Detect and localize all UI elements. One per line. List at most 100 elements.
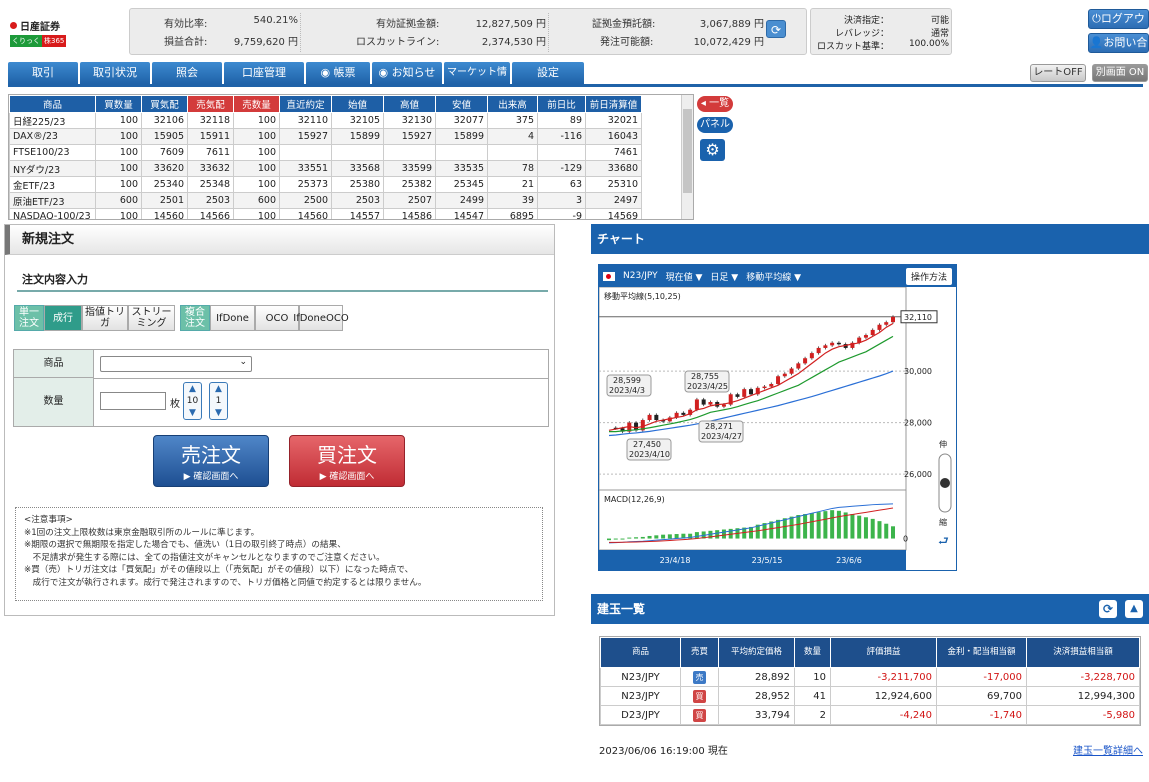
logout-button[interactable]: ⏻ログアウト [1088, 9, 1149, 43]
col-header: 評価損益 [830, 637, 937, 668]
quantity-input[interactable] [100, 392, 166, 410]
streaming-tab[interactable]: ストリーミング [128, 305, 175, 331]
limit-trigger-tab[interactable]: 指値トリガ [82, 305, 128, 331]
ifdone-tab[interactable]: IfDone [210, 305, 255, 331]
tab-settings[interactable]: 設定 [512, 62, 584, 84]
market-cell [279, 144, 332, 161]
col-header: 平均約定価格 [718, 637, 795, 668]
market-cell: 25310 [585, 176, 642, 193]
market-cell: 2507 [383, 192, 436, 209]
y-tick-label: 26,000 [904, 470, 932, 479]
list-view-button[interactable]: ◂ 一覧 [697, 96, 733, 112]
setting-value: 100.00% [908, 39, 949, 49]
position-eval: -4,240 [830, 705, 937, 725]
summary-label: 有効証拠金額: [376, 19, 440, 30]
market-row[interactable]: FTSE100/23 100 7609 7611 100 7461 [9, 144, 642, 161]
quantity-stepper-10[interactable]: ▲ 10 ▼ [183, 382, 202, 420]
market-cell: 33568 [331, 160, 384, 177]
market-col-header: 買数量 [95, 95, 142, 113]
refresh-icon[interactable]: ⟳ [1099, 600, 1117, 618]
quantity-stepper-1[interactable]: ▲ 1 ▼ [209, 382, 228, 420]
y-tick-label: 32,110 [904, 313, 932, 322]
price-type-dropdown[interactable]: 現在値 ▼ [666, 270, 703, 283]
market-order-tab[interactable]: 成行 [44, 305, 82, 331]
tab-trade-status[interactable]: 取引状況 [80, 62, 150, 84]
market-cell: 14560 [279, 208, 332, 219]
tab-inquiry[interactable]: 照会 [152, 62, 222, 84]
position-avg: 33,794 [718, 705, 795, 725]
refresh-summary-button[interactable]: ⟳ [766, 20, 786, 38]
combined-order-tab[interactable]: 複合注文 [180, 305, 210, 331]
market-cell [383, 144, 436, 161]
period-dropdown[interactable]: 日足 ▼ [710, 270, 738, 283]
position-row[interactable]: N23/JPY 売 28,892 10 -3,211,700 -17,000 -3,228,… [600, 667, 1140, 687]
market-cell: 25382 [383, 176, 436, 193]
price-chart-svg[interactable]: 移動平均線(5,10,25) MACD(12,26,9) 32,110 30,000 2… [599, 287, 956, 570]
market-col-header: 売気配 [187, 95, 234, 113]
market-row[interactable]: NASDAQ-100/23 100 14560 14566 100 14560 14557 1… [9, 208, 642, 219]
macd-label: MACD(12,26,9) [604, 495, 665, 504]
market-cell: 2503 [187, 192, 234, 209]
rate-off-button[interactable]: レートOFF [1030, 64, 1086, 82]
collapse-icon[interactable]: ▲ [1125, 600, 1143, 618]
quantity-label: 数量 [14, 378, 94, 426]
panel-view-button[interactable]: パネル [697, 117, 733, 133]
ifdone-oco-tab[interactable]: IfDoneOCO [293, 305, 349, 331]
product-select[interactable]: ⌄ [100, 356, 252, 372]
market-row[interactable]: 金ETF/23 100 25340 25348 100 25373 25380 25382 25… [9, 176, 642, 193]
macd-zero-label: 0 [903, 535, 908, 544]
macd-histogram-bar [884, 523, 889, 539]
zoom-in-label: 伸 [939, 439, 947, 449]
single-order-tab[interactable]: 単一注文 [14, 305, 44, 331]
separate-window-button[interactable]: 別画面 ON [1092, 64, 1148, 82]
market-cell: 100 [233, 208, 280, 219]
col-header: 商品 [600, 637, 681, 668]
market-cell [435, 144, 488, 161]
positions-title: 建玉一覧 ⟳ ▲ [591, 594, 1149, 624]
market-table-scrollbar[interactable] [681, 95, 693, 219]
tab-notices[interactable]: ◉ お知らせ [372, 62, 442, 84]
market-cell: 15911 [187, 128, 234, 145]
market-cell: 2499 [435, 192, 488, 209]
market-cell: -129 [537, 160, 586, 177]
market-cell: DAX®/23 [9, 128, 96, 145]
positions-detail-link[interactable]: 建玉一覧詳細へ [1073, 742, 1143, 757]
contact-button[interactable]: 👤お問い合せ [1088, 33, 1149, 67]
tab-market-info[interactable]: マーケット情報 [444, 62, 510, 100]
settlement-settings: 決済指定： 可能 レバレッジ： 通常 ロスカット基準： 100.00% [810, 8, 952, 55]
annotation-date: 2023/4/25 [687, 382, 728, 391]
position-row[interactable]: N23/JPY 買 28,952 41 12,924,600 69,700 12,994,3… [600, 686, 1140, 706]
market-col-header: 前日比 [537, 95, 586, 113]
market-row[interactable]: NYダウ/23 100 33620 33632 100 33551 33568 33599 33… [9, 160, 642, 177]
tab-reports[interactable]: ◉ 帳票 [306, 62, 370, 84]
market-cell: 63 [537, 176, 586, 193]
market-cell: 14586 [383, 208, 436, 219]
market-cell: 32130 [383, 112, 436, 129]
tab-account[interactable]: 口座管理 [224, 62, 304, 84]
user-icon: 👤 [1089, 36, 1104, 49]
buy-order-button[interactable]: 買注文 ▶ 確認画面へ [289, 435, 405, 487]
tab-trade[interactable]: 取引 [8, 62, 78, 84]
market-cell: 33599 [383, 160, 436, 177]
market-row[interactable]: 日経225/23 100 32106 32118 100 32110 32105 32130 3… [9, 112, 642, 129]
market-row[interactable]: DAX®/23 100 15905 15911 100 15927 15899 15927 15… [9, 128, 642, 145]
macd-histogram-bar [721, 529, 726, 539]
sell-order-button[interactable]: 売注文 ▶ 確認画面へ [153, 435, 269, 487]
market-cell: 39 [487, 192, 538, 209]
market-cell: 100 [95, 160, 142, 177]
market-cell: 15899 [435, 128, 488, 145]
y-tick-label: 30,000 [904, 367, 932, 376]
annotation-date: 2023/4/10 [629, 450, 670, 459]
setting-label: レバレッジ： [834, 29, 889, 39]
position-row[interactable]: D23/JPY 買 33,794 2 -4,240 -1,740 -5,980 [600, 705, 1140, 725]
position-product: N23/JPY [600, 686, 681, 706]
market-row[interactable]: 原油ETF/23 600 2501 2503 600 2500 2503 2507 2499 39… [9, 192, 642, 209]
order-input-subtitle: 注文内容入力 [22, 273, 88, 286]
market-cell: 25345 [435, 176, 488, 193]
chart-help-button[interactable]: 操作方法 [905, 267, 952, 285]
market-cell: 2497 [585, 192, 642, 209]
gear-icon[interactable]: ⚙ [700, 139, 725, 161]
market-cell: 16043 [585, 128, 642, 145]
indicator-dropdown[interactable]: 移動平均線 ▼ [746, 270, 801, 283]
market-cell: 14547 [435, 208, 488, 219]
